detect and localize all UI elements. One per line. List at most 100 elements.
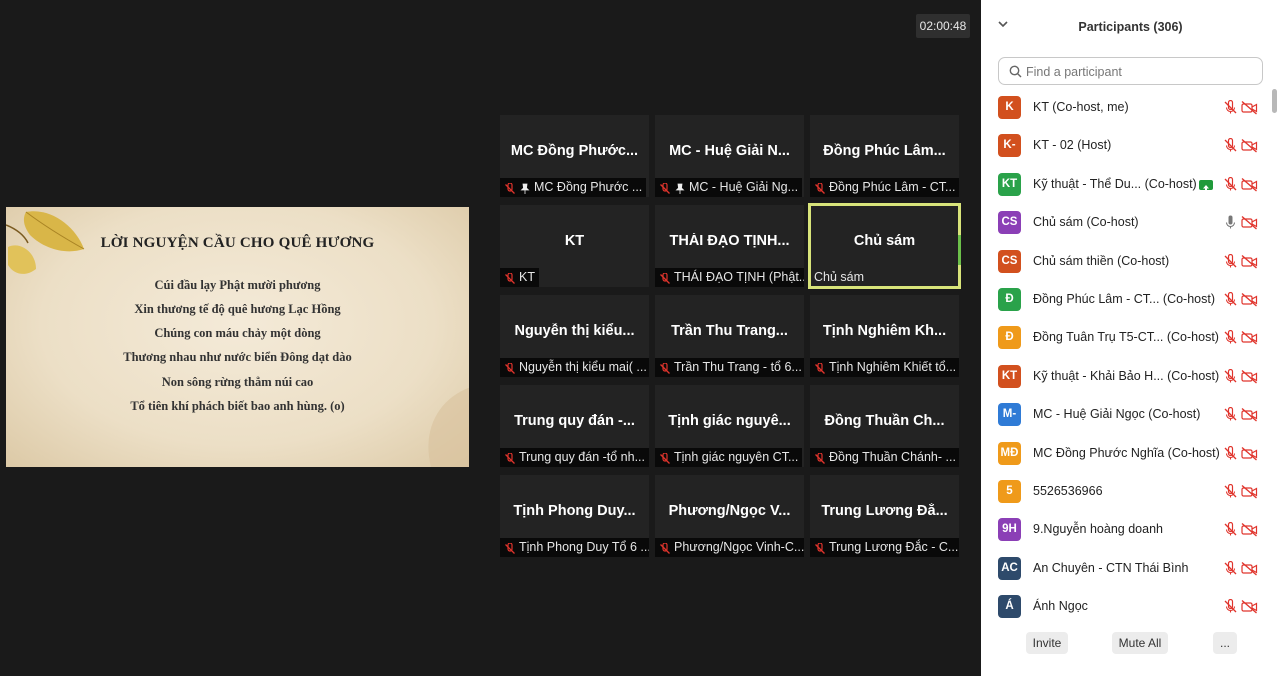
participant-row[interactable]: Á Ánh Ngọc [981, 588, 1271, 619]
participant-row[interactable]: K- KT - 02 (Host) [981, 127, 1271, 165]
mic-muted-icon [504, 541, 516, 554]
mic-muted-icon [504, 271, 516, 284]
video-tile[interactable]: Tịnh Phong Duy... Tịnh Phong Duy Tổ 6 ... [500, 475, 649, 557]
video-off-icon[interactable] [1241, 177, 1258, 192]
avatar: Đ [998, 288, 1021, 311]
mic-muted-icon [504, 451, 516, 464]
video-off-icon[interactable] [1241, 100, 1258, 115]
participant-row[interactable]: AC An Chuyên - CTN Thái Bình [981, 550, 1271, 588]
mic-muted-icon[interactable] [1223, 368, 1238, 384]
participant-name: Đồng Phúc Lâm - CT... (Co-host) [1033, 292, 1216, 306]
video-tile[interactable]: Đồng Thuần Ch... Đồng Thuần Chánh- ... [810, 385, 959, 467]
mic-muted-icon[interactable] [1223, 522, 1238, 537]
tile-name-label: Trung quy đán -tổ nh... [500, 448, 649, 467]
tile-label-text: MC Đồng Phước ... [534, 180, 643, 194]
participant-row[interactable]: K KT (Co-host, me) [981, 89, 1271, 127]
participant-row[interactable]: 9H 9.Nguyễn hoàng doanh [981, 511, 1271, 549]
mic-muted-icon[interactable] [1223, 176, 1238, 192]
video-off-icon[interactable] [1241, 407, 1258, 422]
tile-label-text: Trung Lương Đắc - C... [829, 540, 959, 554]
participant-name: MC - Huệ Giải Ngọc (Co-host) [1033, 407, 1201, 422]
video-tile[interactable]: MC - Huệ Giải N... MC - Huệ Giải Ng... [655, 115, 804, 197]
participant-name: Kỹ thuật - Khải Bảo H... (Co-host) [1033, 368, 1220, 383]
video-tile[interactable]: Nguyễn thị kiểu... Nguyễn thị kiểu mai( .… [500, 295, 649, 377]
video-off-icon[interactable] [1241, 484, 1258, 499]
mic-muted-icon [814, 541, 826, 554]
video-off-icon[interactable] [1241, 369, 1258, 384]
tile-participant-name: Tịnh giác nguyê... [668, 413, 791, 429]
slide-verse-2: Xin thương tế độ quê hương Lạc Hồng [134, 302, 341, 316]
tile-participant-name: Đồng Thuần Ch... [824, 413, 945, 429]
mic-muted-icon[interactable] [1223, 599, 1238, 614]
mic-muted-icon[interactable] [1223, 483, 1238, 499]
microphone-icon[interactable] [1223, 215, 1238, 230]
video-tile[interactable]: Tịnh Nghiêm Kh... Tịnh Nghiêm Khiết tổ... [810, 295, 959, 377]
video-off-icon[interactable] [1241, 522, 1258, 537]
slide-verse-6: Tổ tiên khí phách biết bao anh hùng. (o) [130, 399, 345, 413]
tile-participant-name: Đồng Phúc Lâm... [823, 143, 946, 159]
tile-label-text: Đồng Phúc Lâm - CT... [829, 180, 956, 194]
participant-search[interactable] [998, 57, 1263, 85]
mic-muted-icon[interactable] [1223, 253, 1238, 269]
tile-participant-name: Chủ sám [853, 233, 916, 249]
mute-all-button[interactable]: Mute All [1112, 632, 1168, 654]
participant-name: 5526536966 [1033, 484, 1103, 498]
video-off-icon[interactable] [1241, 254, 1258, 269]
participant-row[interactable]: KT Kỹ thuật - Khải Bảo H... (Co-host) [981, 358, 1271, 396]
slide-verse-5: Non sông rừng thẳm núi cao [161, 375, 314, 389]
search-icon [1009, 65, 1022, 78]
panel-footer: Invite Mute All ... [981, 620, 1280, 676]
mic-muted-icon[interactable] [1223, 560, 1238, 576]
avatar: Đ [998, 326, 1021, 350]
participant-row[interactable]: Đ Đồng Tuân Trụ T5-CT... (Co-host) [981, 319, 1271, 357]
video-tile[interactable]: KT KT [500, 205, 649, 287]
shared-screen: LỜI NGUYỆN CẦU CHO QUÊ HƯƠNG Cúi đầu lạy… [6, 207, 469, 467]
mic-muted-icon[interactable] [1223, 99, 1238, 115]
avatar: 9H [998, 518, 1021, 542]
more-options-button[interactable]: ... [1213, 632, 1237, 654]
search-input[interactable] [1024, 61, 1258, 83]
video-tile[interactable]: Trung quy đán -... Trung quy đán -tổ nh..… [500, 385, 649, 467]
tile-label-text: Nguyễn thị kiểu mai( ... [519, 360, 647, 374]
invite-button[interactable]: Invite [1026, 632, 1068, 654]
participant-row[interactable]: CS Chủ sám (Co-host) [981, 204, 1271, 242]
video-tile[interactable]: Trần Thu Trang... Trần Thu Trang - tổ 6..… [655, 295, 804, 377]
video-tile[interactable]: THÁI ĐẠO TỊNH... THÁI ĐẠO TỊNH (Phật... [655, 205, 804, 287]
tile-label-text: Tịnh Phong Duy Tổ 6 ... [519, 540, 649, 554]
mic-muted-icon[interactable] [1223, 330, 1238, 345]
participant-row[interactable]: M- MC - Huệ Giải Ngọc (Co-host) [981, 396, 1271, 434]
video-off-icon[interactable] [1241, 292, 1258, 307]
participant-row[interactable]: Đ Đồng Phúc Lâm - CT... (Co-host) [981, 281, 1271, 319]
video-tile[interactable]: Tịnh giác nguyê... Tịnh giác nguyên CT... [655, 385, 804, 467]
video-tile[interactable]: Phương/Ngọc V... Phương/Ngọc Vinh-C... [655, 475, 804, 557]
video-tile[interactable]: Đồng Phúc Lâm... Đồng Phúc Lâm - CT... [810, 115, 959, 197]
participant-row[interactable]: MĐ MC Đồng Phước Nghĩa (Co-host) [981, 435, 1271, 473]
avatar: KT [998, 364, 1021, 388]
video-off-icon[interactable] [1241, 561, 1258, 576]
tile-label-text: Phương/Ngọc Vinh-C... [674, 540, 804, 554]
list-scrollbar[interactable] [1271, 87, 1277, 619]
mic-muted-icon[interactable] [1223, 291, 1238, 307]
participant-row[interactable]: KT Kỹ thuật - Thể Du... (Co-host) [981, 166, 1271, 204]
video-off-icon[interactable] [1241, 330, 1258, 345]
mic-muted-icon[interactable] [1223, 138, 1238, 153]
video-off-icon[interactable] [1241, 446, 1258, 461]
slide-verse-3: Chúng con máu chảy một dòng [154, 326, 321, 340]
screen-share-icon [1199, 179, 1213, 191]
tile-name-label: Tịnh giác nguyên CT... [655, 448, 803, 467]
video-tile[interactable]: Chủ sám Chủ sám [808, 203, 961, 289]
participant-row[interactable]: CS Chủ sám thiền (Co-host) [981, 243, 1271, 281]
video-tile[interactable]: MC Đồng Phước... MC Đồng Phước ... [500, 115, 649, 197]
video-off-icon[interactable] [1241, 138, 1258, 153]
participant-row[interactable]: 5 5526536966 [981, 473, 1271, 511]
tile-name-label: Chủ sám [810, 268, 868, 287]
slide-title: LỜI NGUYỆN CẦU CHO QUÊ HƯƠNG [100, 235, 375, 251]
tile-participant-name: Trung Lương Đắ... [821, 503, 948, 519]
video-tile[interactable]: Trung Lương Đắ... Trung Lương Đắc - C... [810, 475, 959, 557]
list-scrollbar-thumb[interactable] [1272, 89, 1277, 113]
mic-muted-icon[interactable] [1223, 445, 1238, 461]
video-off-icon[interactable] [1241, 215, 1258, 230]
video-off-icon[interactable] [1241, 599, 1258, 614]
mic-muted-icon[interactable] [1223, 407, 1238, 422]
tile-participant-name: Trần Thu Trang... [671, 323, 788, 339]
